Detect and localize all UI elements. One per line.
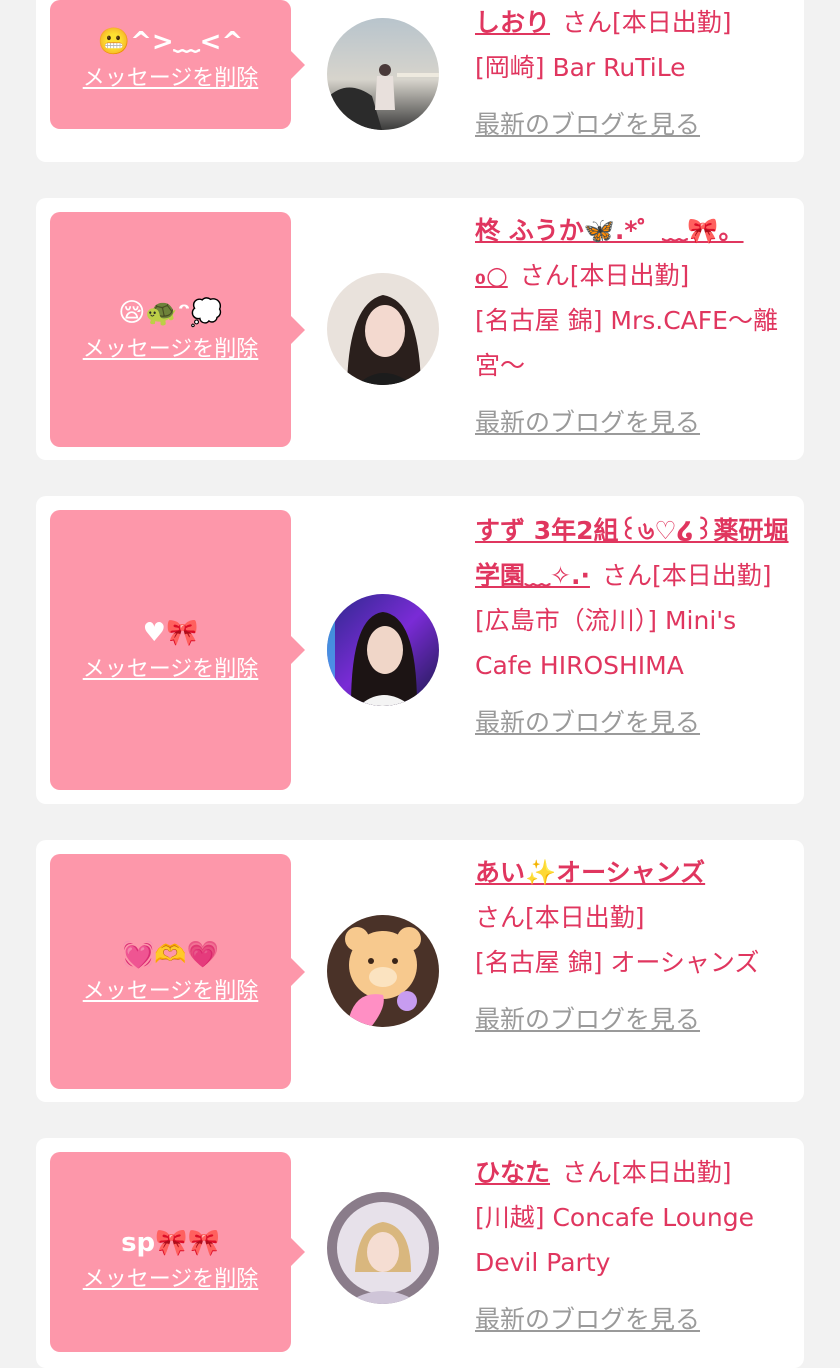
avatar-photo — [327, 18, 439, 130]
message-card: 😬^>﹏<^ メッセージを削除 しおり さん[本日出勤] [岡崎] Bar RuT… — [36, 0, 804, 162]
avatar[interactable] — [327, 18, 439, 130]
delete-message-link[interactable]: メッセージを削除 — [50, 977, 291, 1007]
avatar[interactable] — [327, 594, 439, 706]
message-card: ♥🎀 メッセージを削除 すず 3年2組꒰৬♡໒꒱薬研堀学園﹏✧.· さん[本日出勤… — [36, 496, 804, 804]
cast-info: しおり さん[本日出勤] [岡崎] Bar RuTiLe 最新のブログを見る — [475, 0, 790, 147]
delete-message-link[interactable]: メッセージを削除 — [50, 1265, 291, 1295]
message-text: 😬^>﹏<^ — [97, 26, 244, 57]
latest-blog-link[interactable]: 最新のブログを見る — [475, 1305, 700, 1334]
message-card: 💓🫶💗 メッセージを削除 あい✨オーシャンズ さん[本日出勤] [名古屋 錦] … — [36, 840, 804, 1102]
cast-name-link-cont[interactable]: ₀○ — [475, 261, 508, 290]
cast-status: さん[本日出勤] — [562, 8, 732, 37]
message-bubble: sp🎀🎀 メッセージを削除 — [50, 1152, 305, 1352]
avatar[interactable] — [327, 273, 439, 385]
cast-status: さん[本日出勤] — [601, 561, 772, 590]
avatar-photo — [327, 915, 439, 1027]
avatar-photo — [327, 273, 439, 385]
cast-info: すず 3年2組꒰৬♡໒꒱薬研堀学園﹏✧.· さん[本日出勤] [広島市（流川）] … — [475, 508, 790, 745]
message-bubble: ♥🎀 メッセージを削除 — [50, 510, 305, 790]
cast-status: さん[本日出勤] — [562, 1158, 732, 1187]
latest-blog-link[interactable]: 最新のブログを見る — [475, 110, 700, 139]
avatar[interactable] — [327, 1192, 439, 1304]
cast-status: さん[本日出勤] — [475, 903, 645, 932]
cast-name-link[interactable]: あい✨オーシャンズ — [475, 858, 705, 887]
cast-name-link[interactable]: ひなた — [475, 1158, 550, 1187]
store-name: [名古屋 錦] Mrs.CAFE～離宮～ — [475, 306, 778, 380]
delete-message-link[interactable]: メッセージを削除 — [50, 655, 291, 685]
message-card: sp🎀🎀 メッセージを削除 ひなた さん[本日出勤] [川越] Concafe L… — [36, 1138, 804, 1368]
delete-message-link[interactable]: メッセージを削除 — [50, 335, 291, 365]
avatar[interactable] — [327, 915, 439, 1027]
cast-name-link[interactable]: しおり — [475, 8, 550, 37]
store-name: [広島市（流川）] Mini's Cafe HIROSHIMA — [475, 606, 737, 680]
cast-info: ひなた さん[本日出勤] [川越] Concafe Lounge Devil Pa… — [475, 1150, 790, 1342]
avatar-photo — [327, 1192, 439, 1304]
cast-info: 柊 ふうか🦋.*゜﹏🎀。 ₀○ さん[本日出勤] [名古屋 錦] Mrs.CAFE… — [475, 208, 790, 445]
cast-status: さん[本日出勤] — [519, 261, 690, 290]
store-name: [名古屋 錦] オーシャンズ — [475, 948, 760, 977]
cast-name-link[interactable]: 柊 ふうか🦋.*゜﹏🎀。 — [475, 216, 744, 245]
store-name: [川越] Concafe Lounge Devil Party — [475, 1203, 754, 1277]
message-bubble: 😪🐢ᵔ💭 メッセージを削除 — [50, 212, 305, 447]
latest-blog-link[interactable]: 最新のブログを見る — [475, 1005, 700, 1034]
message-bubble: 💓🫶💗 メッセージを削除 — [50, 854, 305, 1089]
cast-info: あい✨オーシャンズ さん[本日出勤] [名古屋 錦] オーシャンズ 最新のブログ… — [475, 850, 790, 1042]
latest-blog-link[interactable]: 最新のブログを見る — [475, 408, 700, 437]
message-bubble: 😬^>﹏<^ メッセージを削除 — [50, 0, 305, 129]
message-text: 💓🫶💗 — [121, 939, 220, 970]
message-text: sp🎀🎀 — [121, 1228, 220, 1258]
message-text: ♥🎀 — [142, 618, 199, 648]
message-text: 😪🐢ᵔ💭 — [118, 297, 223, 328]
store-name: [岡崎] Bar RuTiLe — [475, 53, 686, 82]
latest-blog-link[interactable]: 最新のブログを見る — [475, 708, 700, 737]
delete-message-link[interactable]: メッセージを削除 — [50, 64, 291, 94]
message-card: 😪🐢ᵔ💭 メッセージを削除 柊 ふうか🦋.*゜﹏🎀。 ₀○ さん[本日出勤] [名… — [36, 198, 804, 460]
avatar-photo — [327, 594, 439, 706]
